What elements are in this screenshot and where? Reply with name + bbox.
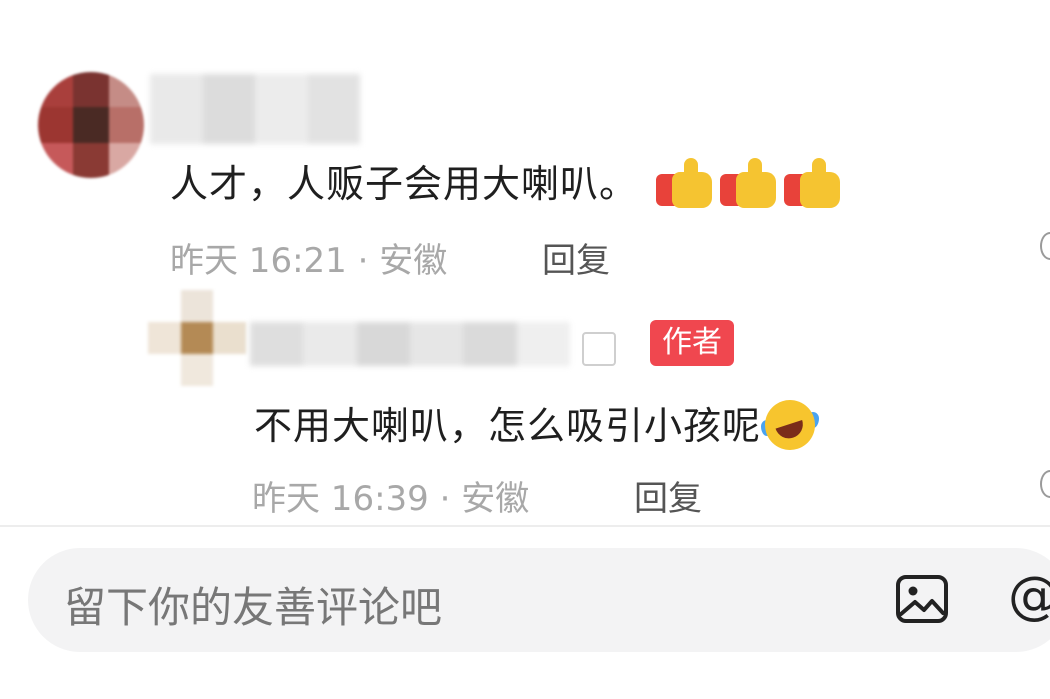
like-icon[interactable] [1040,470,1050,498]
divider [0,525,1050,527]
mention-button[interactable]: @ [1008,566,1050,626]
reply-text: 不用大喇叭，怎么吸引小孩呢 [254,392,822,457]
comment-input-placeholder[interactable]: 留下你的友善评论吧 [64,574,442,635]
thumbs-up-icon [784,157,842,208]
commenter-avatar[interactable] [38,72,144,178]
author-avatar[interactable] [148,290,246,386]
verified-square-icon [582,332,616,366]
thumbs-up-icon [720,157,778,208]
commenter-name-blurred [150,74,360,144]
author-badge: 作者 [650,320,734,366]
rolling-laugh-icon [758,392,822,457]
reply-button[interactable]: 回复 [634,471,702,520]
image-icon[interactable] [895,574,949,624]
reply-body: 不用大喇叭，怎么吸引小孩呢 [254,404,762,448]
comment-text: 人才，人贩子会用大喇叭。 [170,153,842,212]
comment-meta: 昨天 16:21 · 安徽 [170,241,448,281]
thumbs-up-icon [656,157,714,208]
author-name-blurred [250,322,570,366]
reply-button[interactable]: 回复 [542,233,610,282]
comment-body: 人才，人贩子会用大喇叭。 [170,162,639,206]
thumbs-up-emoji-group [656,157,842,208]
like-icon[interactable] [1040,232,1050,260]
reply-meta: 昨天 16:39 · 安徽 [252,479,530,519]
